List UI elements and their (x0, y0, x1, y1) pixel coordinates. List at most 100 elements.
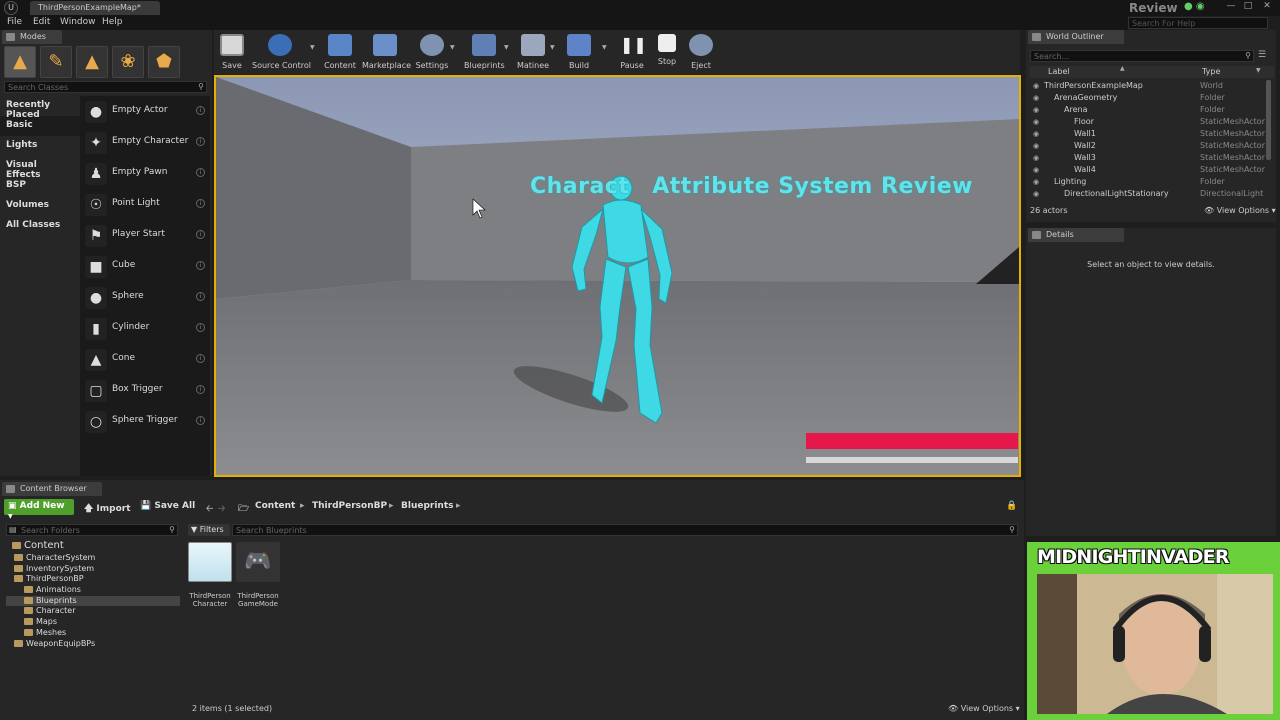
outliner-row[interactable]: ◉ Floor StaticMeshActor (1030, 116, 1268, 128)
filters-button[interactable]: ▼ Filters (188, 524, 230, 536)
outliner-scrollbar[interactable] (1266, 80, 1271, 160)
info-icon[interactable]: i (196, 323, 205, 332)
chevron-down-icon[interactable]: ▼ (310, 44, 315, 51)
folder-tree-item[interactable]: Animations (6, 585, 180, 596)
actor-cube[interactable]: ■ Cube i (80, 251, 210, 282)
outliner-row[interactable]: ◉ Wall3 StaticMeshActor (1030, 152, 1268, 164)
tab-modes[interactable]: Modes (2, 30, 62, 44)
actor-cylinder[interactable]: ▮ Cylinder i (80, 313, 210, 344)
document-tab[interactable]: ThirdPersonExampleMap* (30, 1, 160, 15)
outliner-view-options[interactable]: 👁 View Options ▾ (1204, 206, 1276, 215)
folder-tree-item[interactable]: Meshes (6, 628, 180, 639)
folder-tree-item[interactable]: ThirdPersonBP (6, 574, 180, 585)
category-volumes[interactable]: Volumes (0, 196, 80, 216)
info-icon[interactable]: i (196, 261, 205, 270)
visibility-eye-icon[interactable]: ◉ (1033, 118, 1039, 126)
info-icon[interactable]: i (196, 416, 205, 425)
blueprints-button[interactable]: Blueprints (464, 32, 505, 72)
save-all-button[interactable]: 💾 Save All (140, 501, 195, 511)
source-control-button[interactable]: Source Control (252, 32, 311, 72)
matinee-button[interactable]: Matinee (516, 32, 550, 72)
outliner-row[interactable]: ◉ Lighting Folder (1030, 176, 1268, 188)
breadcrumb-content[interactable]: Content (255, 501, 295, 511)
outliner-row[interactable]: ◉ Wall2 StaticMeshActor (1030, 140, 1268, 152)
chevron-down-icon[interactable]: ▼ (602, 44, 607, 51)
minimize-button[interactable]: — (1224, 1, 1238, 13)
breadcrumb-separator-icon[interactable]: ▸ (389, 501, 394, 511)
tab-world-outliner[interactable]: World Outliner (1028, 30, 1124, 44)
visibility-eye-icon[interactable]: ◉ (1033, 154, 1039, 162)
marketplace-button[interactable]: Marketplace (362, 32, 411, 72)
outliner-search-input[interactable]: Search... ⚲ (1030, 50, 1254, 62)
stop-button[interactable]: Stop (654, 32, 680, 72)
breadcrumb-thirdpersonbp[interactable]: ThirdPersonBP (312, 501, 387, 511)
info-icon[interactable]: i (196, 106, 205, 115)
visibility-eye-icon[interactable]: ◉ (1033, 178, 1039, 186)
lock-icon[interactable]: 🔒 (1006, 501, 1017, 511)
outliner-row[interactable]: ◉ ThirdPersonExampleMap World (1030, 80, 1268, 92)
folder-tree-item[interactable]: Blueprints (6, 595, 180, 607)
visibility-eye-icon[interactable]: ◉ (1033, 94, 1039, 102)
actor-empty-character[interactable]: ✦ Empty Character i (80, 127, 210, 158)
folder-tree-item[interactable]: Character (6, 606, 180, 617)
visibility-eye-icon[interactable]: ◉ (1033, 190, 1039, 198)
sort-up-icon[interactable]: ▲ (1120, 65, 1125, 72)
info-icon[interactable]: i (196, 385, 205, 394)
outliner-row[interactable]: ◉ DirectionalLightStationary DirectionalLi… (1030, 188, 1268, 200)
outliner-row[interactable]: ◉ ArenaGeometry Folder (1030, 92, 1268, 104)
content-button[interactable]: Content (322, 32, 358, 72)
actor-sphere-trigger[interactable]: ○ Sphere Trigger i (80, 406, 210, 437)
folder-tree-item[interactable]: Maps (6, 617, 180, 628)
menu-window[interactable]: Window (60, 17, 96, 27)
settings-button[interactable]: Settings (414, 32, 450, 72)
breadcrumb-separator-icon[interactable]: ▸ (300, 501, 305, 511)
actor-player-start[interactable]: ⚑ Player Start i (80, 220, 210, 251)
column-type[interactable]: Type (1202, 67, 1220, 76)
forward-arrow-icon[interactable]: 🡢 (218, 501, 225, 517)
folder-tree-item[interactable]: InventorySystem (6, 564, 180, 575)
menu-help[interactable]: Help (102, 17, 123, 27)
info-icon[interactable]: i (196, 230, 205, 239)
column-label[interactable]: Label (1048, 67, 1070, 76)
search-folders-input[interactable]: ▤ Search Folders ⚲ (6, 524, 178, 536)
search-blueprints-input[interactable]: Search Blueprints ⚲ (232, 524, 1018, 536)
info-icon[interactable]: i (196, 168, 205, 177)
import-button[interactable]: 🡅 Import (84, 501, 131, 517)
back-arrow-icon[interactable]: 🡠 (206, 501, 213, 517)
info-icon[interactable]: i (196, 292, 205, 301)
folder-tree-item[interactable]: WeaponEquipBPs (6, 639, 180, 650)
geometry-mode-button[interactable]: ⬟ (148, 46, 180, 78)
level-viewport[interactable]: Charact Attribute System Review (214, 75, 1021, 477)
visibility-eye-icon[interactable]: ◉ (1033, 166, 1039, 174)
maximize-button[interactable]: □ (1241, 1, 1255, 13)
chevron-down-icon[interactable]: ▼ (1256, 67, 1261, 74)
search-classes-input[interactable]: Search Classes ⚲ (4, 81, 207, 93)
foliage-mode-button[interactable]: ❀ (112, 46, 144, 78)
notification-icon[interactable]: ● ◉ (1184, 1, 1205, 12)
visibility-eye-icon[interactable]: ◉ (1033, 130, 1039, 138)
chevron-down-icon[interactable]: ▼ (450, 44, 455, 51)
info-icon[interactable]: i (196, 354, 205, 363)
category-recently-placed[interactable]: Recently Placed (0, 96, 80, 120)
breadcrumb-separator-icon[interactable]: ▸ (456, 501, 461, 511)
chevron-down-icon[interactable]: ▼ (504, 44, 509, 51)
chevron-down-icon[interactable]: ▼ (550, 44, 555, 51)
category-visual-effects[interactable]: Visual Effects (0, 156, 80, 180)
content-view-options[interactable]: 👁 View Options ▾ (948, 704, 1020, 713)
info-icon[interactable]: i (196, 199, 205, 208)
build-button[interactable]: Build (564, 32, 594, 72)
asset-thirdperson-gamemode[interactable]: 🎮 ThirdPerson GameMode (236, 542, 280, 608)
actor-point-light[interactable]: ☉ Point Light i (80, 189, 210, 220)
outliner-row[interactable]: ◉ Wall1 StaticMeshActor (1030, 128, 1268, 140)
outliner-row[interactable]: ◉ Arena Folder (1030, 104, 1268, 116)
outliner-row[interactable]: ◉ Wall4 StaticMeshActor (1030, 164, 1268, 176)
pause-button[interactable]: ❚❚ Pause (618, 32, 647, 72)
folder-tree-toggle-icon[interactable]: ▤ (9, 525, 17, 534)
close-button[interactable]: ✕ (1260, 1, 1274, 13)
landscape-mode-button[interactable]: ▲ (76, 46, 108, 78)
folder-tree-item[interactable]: Content (6, 540, 180, 553)
add-new-button[interactable]: ▣ Add New ▼ (4, 499, 74, 520)
paint-mode-button[interactable]: ✎ (40, 46, 72, 78)
tab-content-browser[interactable]: Content Browser (2, 482, 102, 496)
actor-empty-actor[interactable]: ● Empty Actor i (80, 96, 210, 127)
